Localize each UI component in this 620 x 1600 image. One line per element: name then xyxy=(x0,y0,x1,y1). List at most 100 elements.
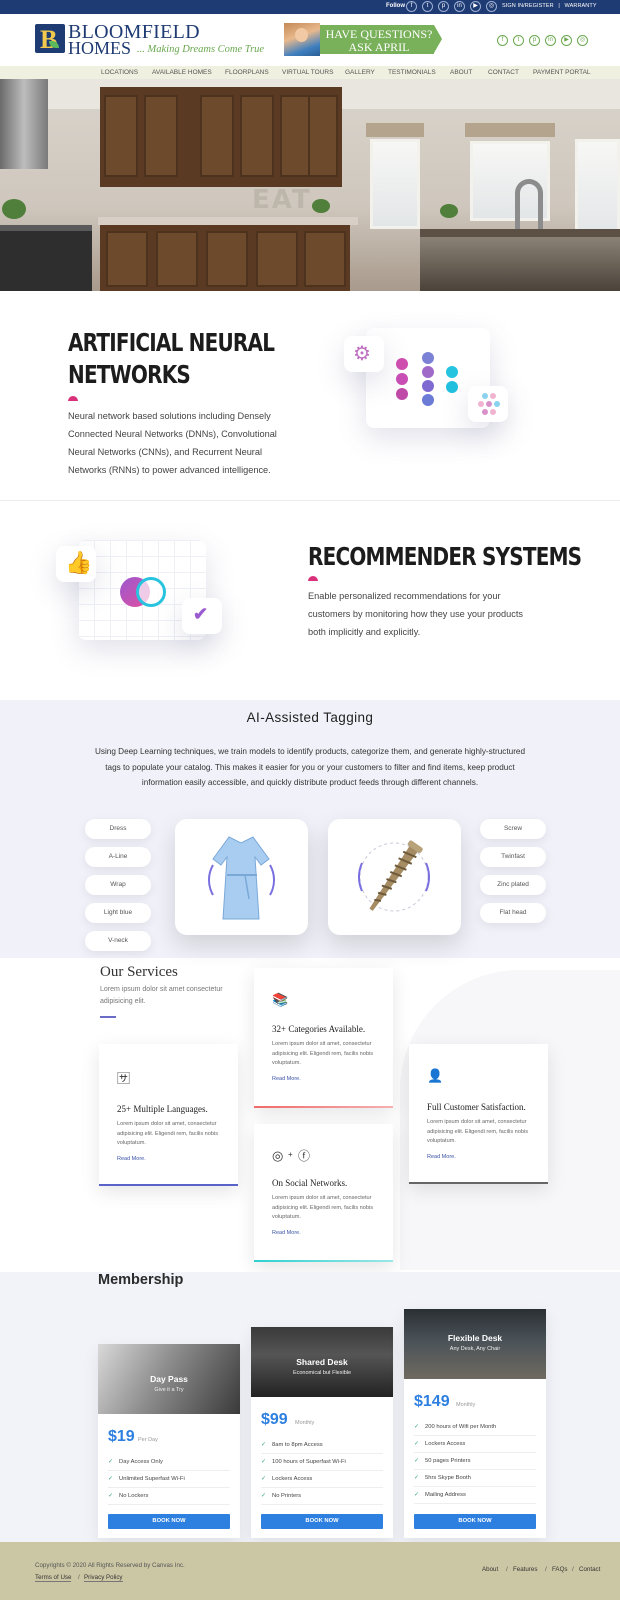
nav-virtual-tours[interactable]: VIRTUAL TOURS xyxy=(282,69,333,76)
check-icon: ✓ xyxy=(261,1476,267,1482)
read-more-link[interactable]: Read More. xyxy=(427,1154,456,1160)
footer-contact-link[interactable]: Contact xyxy=(579,1566,600,1573)
book-now-button[interactable]: BOOK NOW xyxy=(108,1514,230,1529)
instagram-icon[interactable]: ◎ xyxy=(486,1,497,12)
ask-april-banner[interactable]: HAVE QUESTIONS? ASK APRIL xyxy=(284,23,442,56)
nav-floorplans[interactable]: FLOORPLANS xyxy=(225,69,269,76)
read-more-link[interactable]: Read More. xyxy=(272,1076,301,1082)
hero-window xyxy=(370,139,420,229)
plan-price: $99 xyxy=(261,1411,288,1428)
pinterest-icon[interactable]: p xyxy=(529,35,540,46)
tag-pill[interactable]: Twinfast xyxy=(480,847,546,867)
pricing-card-flexible-desk: Flexible Desk Any Desk, Any Chair $149 M… xyxy=(404,1309,546,1538)
services-title: Our Services xyxy=(100,964,178,980)
hero-plant xyxy=(440,204,458,218)
tag-pill[interactable]: Flat head xyxy=(480,903,546,923)
check-icon: ✓ xyxy=(414,1492,420,1498)
service-card[interactable]: 📚 32+ Categories Available. Lorem ipsum … xyxy=(254,968,393,1108)
nav-payment-portal[interactable]: PAYMENT PORTAL xyxy=(533,69,591,76)
check-icon: ✓ xyxy=(108,1476,114,1482)
service-card-body: Lorem ipsum dolor sit amet, consectetur … xyxy=(427,1119,529,1144)
footer-features-link[interactable]: Features xyxy=(513,1566,537,1573)
warranty-link[interactable]: WARRANTY xyxy=(565,3,597,9)
service-card-accent xyxy=(254,1106,393,1108)
tagging-description-line: information easily accessible, and quick… xyxy=(141,778,479,787)
footer-about-link[interactable]: About xyxy=(482,1566,498,1573)
plan-image xyxy=(404,1309,546,1379)
tag-pill[interactable]: Zinc plated xyxy=(480,875,546,895)
nav-locations[interactable]: LOCATIONS xyxy=(101,69,138,76)
book-now-button[interactable]: BOOK NOW xyxy=(261,1514,383,1529)
youtube-icon[interactable]: ▶ xyxy=(561,35,572,46)
nav-testimonials[interactable]: TESTIMONIALS xyxy=(388,69,436,76)
tag-pill[interactable]: Light blue xyxy=(85,903,151,923)
youtube-icon[interactable]: ▶ xyxy=(470,1,481,12)
screw-image xyxy=(357,840,431,912)
service-card-body: Lorem ipsum dolor sit amet, consectetur … xyxy=(117,1121,219,1146)
recommender-title: RECOMMENDER SYSTEMS xyxy=(308,542,582,571)
twitter-icon[interactable]: t xyxy=(513,35,524,46)
hero-door xyxy=(575,139,620,239)
recommender-description-line: customers by monitoring how they use you… xyxy=(308,609,523,619)
hero-kitchen-image: EAT xyxy=(0,79,620,291)
neuron-node xyxy=(422,352,434,364)
linkedin-icon[interactable]: in xyxy=(454,1,465,12)
tag-pill[interactable]: Wrap xyxy=(85,875,151,895)
hero-countertop xyxy=(98,217,358,225)
service-card[interactable]: ◎ + ⓕ On Social Networks. Lorem ipsum do… xyxy=(254,1124,393,1262)
brand-name-line2[interactable]: HOMES xyxy=(68,38,131,59)
tag-pill[interactable]: A-Line xyxy=(85,847,151,867)
terms-link[interactable]: Terms of Use xyxy=(35,1574,72,1582)
ann-title-line2: NETWORKS xyxy=(68,360,191,389)
nav-about[interactable]: ABOUT xyxy=(450,69,472,76)
neuron-node xyxy=(396,358,408,370)
footer-faqs-link[interactable]: FAQs xyxy=(552,1566,567,1573)
product-card-dress[interactable] xyxy=(175,819,308,935)
main-nav: LOCATIONS AVAILABLE HOMES FLOORPLANS VIR… xyxy=(0,66,620,79)
check-icon: ✓ xyxy=(414,1458,420,1464)
top-bar: Follow f t p in ▶ ◎ SIGN IN/REGISTER | W… xyxy=(0,0,620,14)
book-now-button[interactable]: BOOK NOW xyxy=(414,1514,536,1529)
ann-description: Neural network based solutions including… xyxy=(68,407,277,479)
facebook-icon: ⓕ xyxy=(298,1149,311,1163)
neuron-node xyxy=(396,388,408,400)
plan-feature-text: 8am to 8pm Access xyxy=(272,1442,323,1448)
twitter-icon[interactable]: t xyxy=(422,1,433,12)
plan-feature: ✓ 200 hours of Wifi per Month xyxy=(414,1419,536,1436)
facebook-icon[interactable]: f xyxy=(497,35,508,46)
nav-available-homes[interactable]: AVAILABLE HOMES xyxy=(152,69,212,76)
instagram-icon: ◎ xyxy=(272,1148,284,1163)
linkedin-icon[interactable]: in xyxy=(545,35,556,46)
ann-title-line1: ARTIFICIAL NEURAL xyxy=(68,328,275,357)
agent-photo xyxy=(284,23,320,56)
nav-gallery[interactable]: GALLERY xyxy=(345,69,375,76)
sign-in-link[interactable]: SIGN IN/REGISTER xyxy=(502,3,554,9)
tagging-title: AI-Assisted Tagging xyxy=(246,710,374,725)
tag-pill[interactable]: Screw xyxy=(480,819,546,839)
plan-feature-text: Mailing Address xyxy=(425,1492,466,1498)
pinterest-icon[interactable]: p xyxy=(438,1,449,12)
logo-mark[interactable]: B xyxy=(35,24,65,54)
hero-plant xyxy=(312,199,330,213)
thumbs-up-icon: 👍 xyxy=(65,550,93,575)
plan-subtitle: Economical but Flexible xyxy=(292,1370,352,1376)
hero-eat-sign: EAT xyxy=(252,185,312,215)
read-more-link[interactable]: Read More. xyxy=(272,1230,301,1236)
plan-feature-text: 100 hours of Superfast Wi-Fi xyxy=(272,1459,346,1465)
privacy-link[interactable]: Privacy Policy xyxy=(84,1574,123,1582)
nav-contact[interactable]: CONTACT xyxy=(488,69,519,76)
facebook-icon[interactable]: f xyxy=(406,1,417,12)
check-icon: ✓ xyxy=(414,1475,420,1481)
instagram-icon[interactable]: ◎ xyxy=(577,35,588,46)
service-card[interactable]: 🈂 25+ Multiple Languages. Lorem ipsum do… xyxy=(99,1044,238,1186)
hero-lower-cabinets xyxy=(100,225,350,291)
plan-feature: ✓ No Printers xyxy=(261,1488,383,1505)
service-card[interactable]: 👤 Full Customer Satisfaction. Lorem ipsu… xyxy=(409,1044,548,1184)
read-more-link[interactable]: Read More. xyxy=(117,1156,146,1162)
tag-pill[interactable]: Dress xyxy=(85,819,151,839)
translate-icon: 🈂 xyxy=(117,1071,131,1086)
service-card-body: Lorem ipsum dolor sit amet, consectetur … xyxy=(272,1195,374,1220)
tag-pill[interactable]: V-neck xyxy=(85,931,151,951)
plan-name: Flexible Desk xyxy=(447,1333,503,1343)
product-card-screw[interactable] xyxy=(328,819,461,935)
